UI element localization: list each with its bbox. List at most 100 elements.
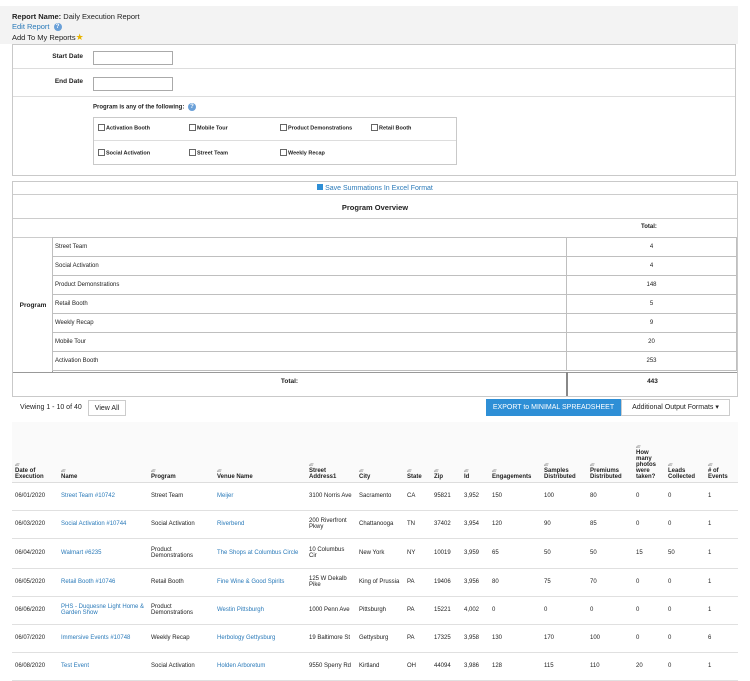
column-header[interactable]: ▵▿ # of Events xyxy=(705,422,738,483)
start-date-input[interactable] xyxy=(93,51,173,65)
table-cell: 3,986 xyxy=(461,652,489,681)
table-cell-link[interactable]: Herbology Gettysburg xyxy=(214,624,306,653)
column-header[interactable]: ▵▿ Samples Distributed xyxy=(541,422,587,483)
column-header-label: Program xyxy=(151,473,176,480)
add-to-my-reports-link[interactable]: Add To My Reports★ xyxy=(12,32,84,43)
table-cell: 06/04/2020 xyxy=(12,538,58,569)
total-header: Total: xyxy=(641,224,657,230)
column-header[interactable]: ▵▿ City xyxy=(356,422,404,483)
table-cell-link[interactable]: Immersive Events #10748 xyxy=(58,624,148,653)
viewing-range: Viewing 1 - 10 of 40 xyxy=(20,404,82,411)
table-cell: 1 xyxy=(705,482,738,511)
table-cell-link[interactable]: Holden Arboretum xyxy=(214,652,306,681)
table-cell: 80 xyxy=(489,568,541,597)
column-header-label: Leads Collected xyxy=(668,467,696,480)
checkbox-retail-booth[interactable]: Retail Booth xyxy=(371,124,411,131)
export-spreadsheet-button[interactable]: EXPORT to MINIMAL SPREADSHEET xyxy=(486,399,621,416)
column-header-label: Street Address1 xyxy=(309,467,337,480)
column-header[interactable]: ▵▿ Venue Name xyxy=(214,422,306,483)
checkbox-product-demonstrations[interactable]: Product Demonstrations xyxy=(280,124,352,131)
table-cell: 1 xyxy=(705,510,738,539)
table-cell: 20 xyxy=(633,652,665,681)
column-header-label: Engagements xyxy=(492,473,532,480)
overview-program-total: 5 xyxy=(566,294,737,314)
table-cell: Pittsburgh xyxy=(356,596,404,625)
column-header[interactable]: ▵▿ Name xyxy=(58,422,148,483)
table-cell: 10019 xyxy=(431,538,461,569)
table-cell: 50 xyxy=(665,538,705,569)
checkbox-mobile-tour[interactable]: Mobile Tour xyxy=(189,124,228,131)
save-summations-link[interactable]: Save Summations In Excel Format xyxy=(13,184,737,192)
table-cell: 1 xyxy=(705,652,738,681)
table-cell: 100 xyxy=(587,624,633,653)
help-icon[interactable]: ? xyxy=(53,23,62,32)
table-row: 06/04/2020 Walmart #6235 Product Demonstra… xyxy=(12,538,738,569)
table-cell: 3100 Norris Ave xyxy=(306,482,356,511)
table-cell-link[interactable]: Meijer xyxy=(214,482,306,511)
column-header[interactable]: ▵▿ Leads Collected xyxy=(665,422,705,483)
table-cell-link[interactable]: Retail Booth #10746 xyxy=(58,568,148,597)
table-cell-link[interactable]: Westin Pittsburgh xyxy=(214,596,306,625)
column-header[interactable]: ▵▿ Program xyxy=(148,422,214,483)
help-icon[interactable]: ? xyxy=(188,103,197,111)
end-date-input[interactable] xyxy=(93,77,173,91)
column-header-label: # of Events xyxy=(708,467,728,480)
table-cell-link[interactable]: Fine Wine & Good Spirits xyxy=(214,568,306,597)
table-cell: 0 xyxy=(665,652,705,681)
overview-program-name: Product Demonstrations xyxy=(52,275,567,295)
table-cell: 19 Baltimore St xyxy=(306,624,356,653)
table-cell: 6 xyxy=(705,624,738,653)
column-header[interactable]: ▵▿ Date of Execution xyxy=(12,422,58,483)
table-cell: 0 xyxy=(489,596,541,625)
column-header[interactable]: ▵▿ Street Address1 xyxy=(306,422,356,483)
column-header[interactable]: ▵▿ How many photos were taken? xyxy=(633,422,665,483)
table-cell-link[interactable]: Riverbend xyxy=(214,510,306,539)
table-cell: 37402 xyxy=(431,510,461,539)
caret-down-icon: ▾ xyxy=(715,404,719,411)
table-cell-link[interactable]: Test Event xyxy=(58,652,148,681)
table-cell: 75 xyxy=(541,568,587,597)
edit-report-link[interactable]: Edit Report ? xyxy=(12,22,62,32)
column-header[interactable]: ▵▿ Id xyxy=(461,422,489,483)
additional-output-formats-dropdown[interactable]: Additional Output Formats ▾ xyxy=(621,399,730,416)
table-cell: 0 xyxy=(633,624,665,653)
table-cell: Kirtland xyxy=(356,652,404,681)
table-row: 06/01/2020 Street Team #10742 Street Team M… xyxy=(12,482,738,511)
overview-program-name: Activation Booth xyxy=(52,351,567,371)
column-header[interactable]: ▵▿ Zip xyxy=(431,422,461,483)
program-filter-label: Program is any of the following: ? xyxy=(93,103,197,111)
column-header[interactable]: ▵▿ State xyxy=(404,422,431,483)
checkbox-social-activation[interactable]: Social Activation xyxy=(98,149,150,156)
table-cell: 06/08/2020 xyxy=(12,652,58,681)
table-cell: 110 xyxy=(587,652,633,681)
column-header[interactable]: ▵▿ Engagements xyxy=(489,422,541,483)
table-cell: PA xyxy=(404,624,431,653)
table-cell-link[interactable]: Walmart #6235 xyxy=(58,538,148,569)
column-header-label: Date of Execution xyxy=(15,467,44,480)
overview-program-name: Street Team xyxy=(52,237,567,257)
table-cell-link[interactable]: PHS - Duquesne Light Home & Garden Show xyxy=(58,596,148,625)
checkbox-street-team[interactable]: Street Team xyxy=(189,149,228,156)
table-cell: 70 xyxy=(587,568,633,597)
table-cell: 100 xyxy=(541,482,587,511)
column-header-label: Samples Distributed xyxy=(544,467,576,480)
overview-program-name: Retail Booth xyxy=(52,294,567,314)
table-cell: 50 xyxy=(541,538,587,569)
table-cell: 0 xyxy=(587,596,633,625)
overview-row: Street Team 4 xyxy=(52,237,737,257)
table-cell: 44094 xyxy=(431,652,461,681)
column-header[interactable]: ▵▿ Premiums Distributed xyxy=(587,422,633,483)
grand-total-value: 443 xyxy=(647,378,658,385)
table-cell: NY xyxy=(404,538,431,569)
checkbox-weekly-recap[interactable]: Weekly Recap xyxy=(280,149,325,156)
table-cell-link[interactable]: Street Team #10742 xyxy=(58,482,148,511)
table-cell-link[interactable]: The Shops at Columbus Circle xyxy=(214,538,306,569)
overview-program-total: 20 xyxy=(566,332,737,352)
table-cell-link[interactable]: Social Activation #10744 xyxy=(58,510,148,539)
checkbox-activation-booth[interactable]: Activation Booth xyxy=(98,124,150,131)
table-cell: 3,959 xyxy=(461,538,489,569)
table-cell: TN xyxy=(404,510,431,539)
view-all-button[interactable]: View All xyxy=(88,400,126,416)
overview-program-name: Mobile Tour xyxy=(52,332,567,352)
table-cell: 80 xyxy=(587,482,633,511)
